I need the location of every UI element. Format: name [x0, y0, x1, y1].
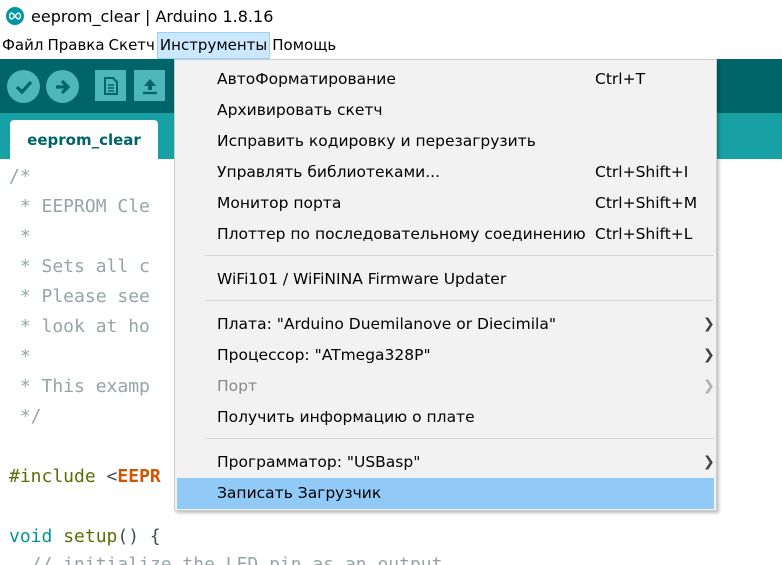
- chevron-right-icon: ❯: [703, 347, 715, 363]
- code-line: /*: [9, 166, 31, 187]
- new-icon: [103, 76, 118, 95]
- menu-sketch[interactable]: Скетч: [107, 32, 157, 59]
- menu-item-board-info[interactable]: Получить информацию о плате: [177, 402, 714, 433]
- menu-file[interactable]: Файл: [0, 32, 45, 59]
- window-title: eeprom_clear | Arduino 1.8.16: [31, 6, 274, 26]
- verify-button[interactable]: [7, 70, 40, 103]
- include-directive: #include: [9, 466, 107, 487]
- menu-item-port: Порт ❯: [177, 371, 715, 402]
- code-line: // initialize the LED pin as an output: [9, 554, 443, 565]
- code-line: * Sets all c: [9, 256, 150, 277]
- title-bar: eeprom_clear | Arduino 1.8.16: [0, 0, 782, 32]
- chevron-right-icon: ❯: [703, 378, 715, 394]
- menu-item-firmware-updater[interactable]: WiFi101 / WiFiNINA Firmware Updater: [177, 264, 714, 295]
- setup-function-name: setup: [63, 526, 118, 547]
- include-bracket: <: [106, 466, 118, 487]
- menu-item-archive-sketch[interactable]: Архивировать скетч: [177, 95, 714, 126]
- menu-item-programmer[interactable]: Программатор: "USBasp" ❯: [177, 447, 715, 478]
- new-sketch-button[interactable]: [95, 70, 126, 101]
- code-line: * EEPROM Cle: [9, 196, 150, 217]
- menu-item-autoformat[interactable]: АвтоФорматирование Ctrl+T: [177, 64, 714, 95]
- tab-eeprom-clear[interactable]: eeprom_clear: [10, 120, 158, 159]
- open-sketch-button[interactable]: [134, 70, 165, 101]
- tools-menu-dropdown: АвтоФорматирование Ctrl+T Архивировать с…: [174, 59, 717, 511]
- menu-edit[interactable]: Правка: [45, 32, 106, 59]
- menu-separator: [205, 438, 713, 439]
- code-line-setup: void setup() {: [9, 524, 161, 550]
- chevron-right-icon: ❯: [703, 316, 715, 332]
- menu-separator: [205, 300, 713, 301]
- upload-button[interactable]: [46, 70, 79, 103]
- open-icon: [142, 78, 157, 94]
- code-line-include: #include <EEPR: [9, 464, 161, 490]
- include-library: EEPR: [117, 466, 161, 487]
- menu-item-burn-bootloader[interactable]: Записать Загрузчик: [177, 478, 714, 509]
- menu-tools[interactable]: Инструменты: [156, 32, 271, 59]
- menu-item-board[interactable]: Плата: "Arduino Duemilanove or Diecimila…: [177, 309, 715, 340]
- code-line: */: [9, 406, 42, 427]
- setup-signature: () {: [117, 526, 161, 547]
- menu-item-manage-libraries[interactable]: Управлять библиотеками... Ctrl+Shift+I: [177, 157, 714, 188]
- code-line: * Please see: [9, 286, 150, 307]
- verify-icon: [15, 80, 32, 94]
- code-line: *: [9, 226, 31, 247]
- menu-help[interactable]: Помощь: [270, 32, 338, 59]
- code-line: *: [9, 346, 31, 367]
- code-line: * This examp: [9, 376, 150, 397]
- menu-item-fix-encoding[interactable]: Исправить кодировку и перезагрузить: [177, 126, 714, 157]
- setup-space: [52, 526, 63, 547]
- menu-separator: [205, 255, 713, 256]
- setup-return-type: void: [9, 526, 53, 547]
- menu-item-serial-plotter[interactable]: Плоттер по последовательному соединению …: [177, 219, 714, 250]
- menu-item-processor[interactable]: Процессор: "ATmega328P" ❯: [177, 340, 715, 371]
- menu-item-serial-monitor[interactable]: Монитор порта Ctrl+Shift+M: [177, 188, 714, 219]
- chevron-right-icon: ❯: [703, 454, 715, 470]
- upload-icon: [55, 79, 70, 94]
- code-line: * look at ho: [9, 316, 150, 337]
- menu-bar: Файл Правка Скетч Инструменты Помощь: [0, 32, 782, 59]
- arduino-infinity-icon: [6, 7, 24, 25]
